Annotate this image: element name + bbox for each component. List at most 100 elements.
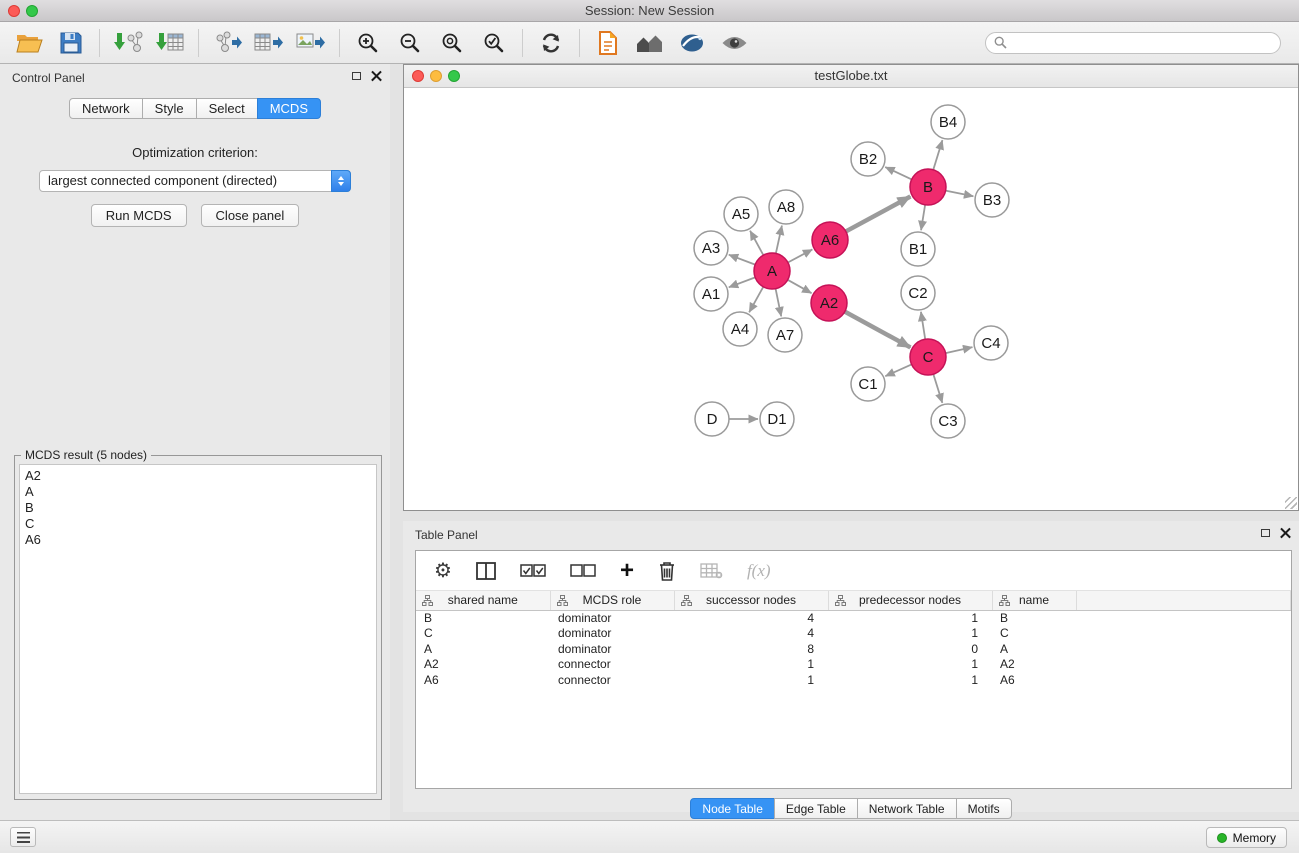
edge-A-A4[interactable] xyxy=(749,287,763,313)
edge-C-C4[interactable] xyxy=(946,347,973,353)
edge-B-B2[interactable] xyxy=(885,167,911,179)
edge-C-C1[interactable] xyxy=(885,364,911,376)
node-B4[interactable]: B4 xyxy=(931,105,965,139)
memory-button[interactable]: Memory xyxy=(1206,827,1287,848)
node-A[interactable]: A xyxy=(754,253,790,289)
mcds-result-item[interactable]: B xyxy=(25,500,371,516)
houses-icon[interactable] xyxy=(629,26,671,60)
open-file-icon[interactable] xyxy=(8,26,50,60)
node-D[interactable]: D xyxy=(695,402,729,436)
split-panel-icon[interactable] xyxy=(476,562,496,580)
mcds-result-item[interactable]: A6 xyxy=(25,532,371,548)
float-panel-icon[interactable] xyxy=(352,72,361,80)
column-header-name[interactable]: name xyxy=(992,591,1076,610)
document-export-icon[interactable] xyxy=(587,26,629,60)
edge-C-C2[interactable] xyxy=(921,312,925,339)
delete-row-icon[interactable] xyxy=(658,560,676,582)
edge-C-C3[interactable] xyxy=(933,374,942,403)
table-tab-edge-table[interactable]: Edge Table xyxy=(774,798,858,819)
table-tab-network-table[interactable]: Network Table xyxy=(857,798,957,819)
column-header-shared-name[interactable]: shared name xyxy=(416,591,550,610)
select-all-icon[interactable] xyxy=(520,564,546,578)
mcds-result-item[interactable]: A xyxy=(25,484,371,500)
node-A5[interactable]: A5 xyxy=(724,197,758,231)
node-B2[interactable]: B2 xyxy=(851,142,885,176)
zoom-selected-icon[interactable] xyxy=(473,26,515,60)
close-panel-button[interactable]: Close panel xyxy=(201,204,300,227)
table-tab-node-table[interactable]: Node Table xyxy=(690,798,775,819)
node-A6[interactable]: A6 xyxy=(812,222,848,258)
node-A7[interactable]: A7 xyxy=(768,318,802,352)
node-C4[interactable]: C4 xyxy=(974,326,1008,360)
zoom-fit-icon[interactable] xyxy=(431,26,473,60)
refresh-icon[interactable] xyxy=(530,26,572,60)
node-B[interactable]: B xyxy=(910,169,946,205)
tab-select[interactable]: Select xyxy=(196,98,258,119)
deselect-all-icon[interactable] xyxy=(570,564,596,578)
close-window-icon[interactable] xyxy=(8,5,20,17)
analyzer-icon[interactable] xyxy=(671,26,713,60)
edge-A6-B[interactable] xyxy=(846,197,911,232)
edge-A-A1[interactable] xyxy=(729,277,755,287)
tab-mcds[interactable]: MCDS xyxy=(257,98,321,119)
zoom-out-icon[interactable] xyxy=(389,26,431,60)
import-network-file-icon[interactable] xyxy=(107,26,149,60)
delete-table-icon[interactable] xyxy=(700,563,723,579)
import-table-file-icon[interactable] xyxy=(149,26,191,60)
edge-A-A2[interactable] xyxy=(788,280,812,293)
node-C3[interactable]: C3 xyxy=(931,404,965,438)
edge-A-A8[interactable] xyxy=(776,226,782,254)
node-D1[interactable]: D1 xyxy=(760,402,794,436)
float-table-panel-icon[interactable] xyxy=(1261,529,1270,537)
search-input[interactable] xyxy=(1012,35,1272,50)
edge-A-A7[interactable] xyxy=(776,289,782,317)
tab-style[interactable]: Style xyxy=(142,98,197,119)
node-A4[interactable]: A4 xyxy=(723,312,757,346)
tab-network[interactable]: Network xyxy=(69,98,143,119)
close-network-window-icon[interactable] xyxy=(412,70,424,82)
add-row-icon[interactable]: + xyxy=(620,559,634,583)
node-A8[interactable]: A8 xyxy=(769,190,803,224)
mcds-result-item[interactable]: C xyxy=(25,516,371,532)
column-header-MCDS-role[interactable]: MCDS role xyxy=(550,591,674,610)
close-panel-icon[interactable] xyxy=(371,70,382,81)
zoom-window-icon[interactable] xyxy=(26,5,38,17)
save-session-icon[interactable] xyxy=(50,26,92,60)
table-row[interactable]: A2connector11A2 xyxy=(416,657,1291,673)
node-C[interactable]: C xyxy=(910,339,946,375)
zoom-network-window-icon[interactable] xyxy=(448,70,460,82)
export-image-icon[interactable] xyxy=(290,26,332,60)
network-canvas[interactable]: B4B2BB3A5A8A6B1A3AC2A1A2A4A7C4CC1C3DD1 xyxy=(404,88,1298,509)
table-row[interactable]: Bdominator41B xyxy=(416,610,1291,626)
run-mcds-button[interactable]: Run MCDS xyxy=(91,204,187,227)
criterion-dropdown[interactable]: largest connected component (directed) xyxy=(39,170,351,192)
edge-B-B1[interactable] xyxy=(921,205,925,230)
edge-A2-C[interactable] xyxy=(845,312,911,348)
table-row[interactable]: Cdominator41C xyxy=(416,626,1291,642)
node-B1[interactable]: B1 xyxy=(901,232,935,266)
node-A2[interactable]: A2 xyxy=(811,285,847,321)
resize-grip-icon[interactable] xyxy=(1285,497,1297,509)
table-tab-motifs[interactable]: Motifs xyxy=(956,798,1012,819)
close-table-panel-icon[interactable] xyxy=(1280,527,1291,538)
edge-A-A3[interactable] xyxy=(729,255,755,265)
mcds-result-item[interactable]: A2 xyxy=(25,468,371,484)
table-row[interactable]: A6connector11A6 xyxy=(416,673,1291,689)
column-header-successor-nodes[interactable]: successor nodes xyxy=(674,591,828,610)
edge-A-A6[interactable] xyxy=(788,249,812,262)
edge-A-A5[interactable] xyxy=(750,231,763,255)
zoom-in-icon[interactable] xyxy=(347,26,389,60)
table-settings-gear-icon[interactable]: ⚙ xyxy=(434,561,452,581)
edge-B-B4[interactable] xyxy=(933,140,942,170)
network-window-titlebar[interactable]: testGlobe.txt xyxy=(404,65,1298,88)
minimize-network-window-icon[interactable] xyxy=(430,70,442,82)
function-builder-icon[interactable]: f(x) xyxy=(747,561,771,581)
eye-icon[interactable] xyxy=(713,26,755,60)
node-C2[interactable]: C2 xyxy=(901,276,935,310)
node-A1[interactable]: A1 xyxy=(694,277,728,311)
export-network-icon[interactable] xyxy=(206,26,248,60)
show-panel-list-button[interactable] xyxy=(10,827,36,847)
export-table-icon[interactable] xyxy=(248,26,290,60)
node-A3[interactable]: A3 xyxy=(694,231,728,265)
table-row[interactable]: Adominator80A xyxy=(416,642,1291,658)
